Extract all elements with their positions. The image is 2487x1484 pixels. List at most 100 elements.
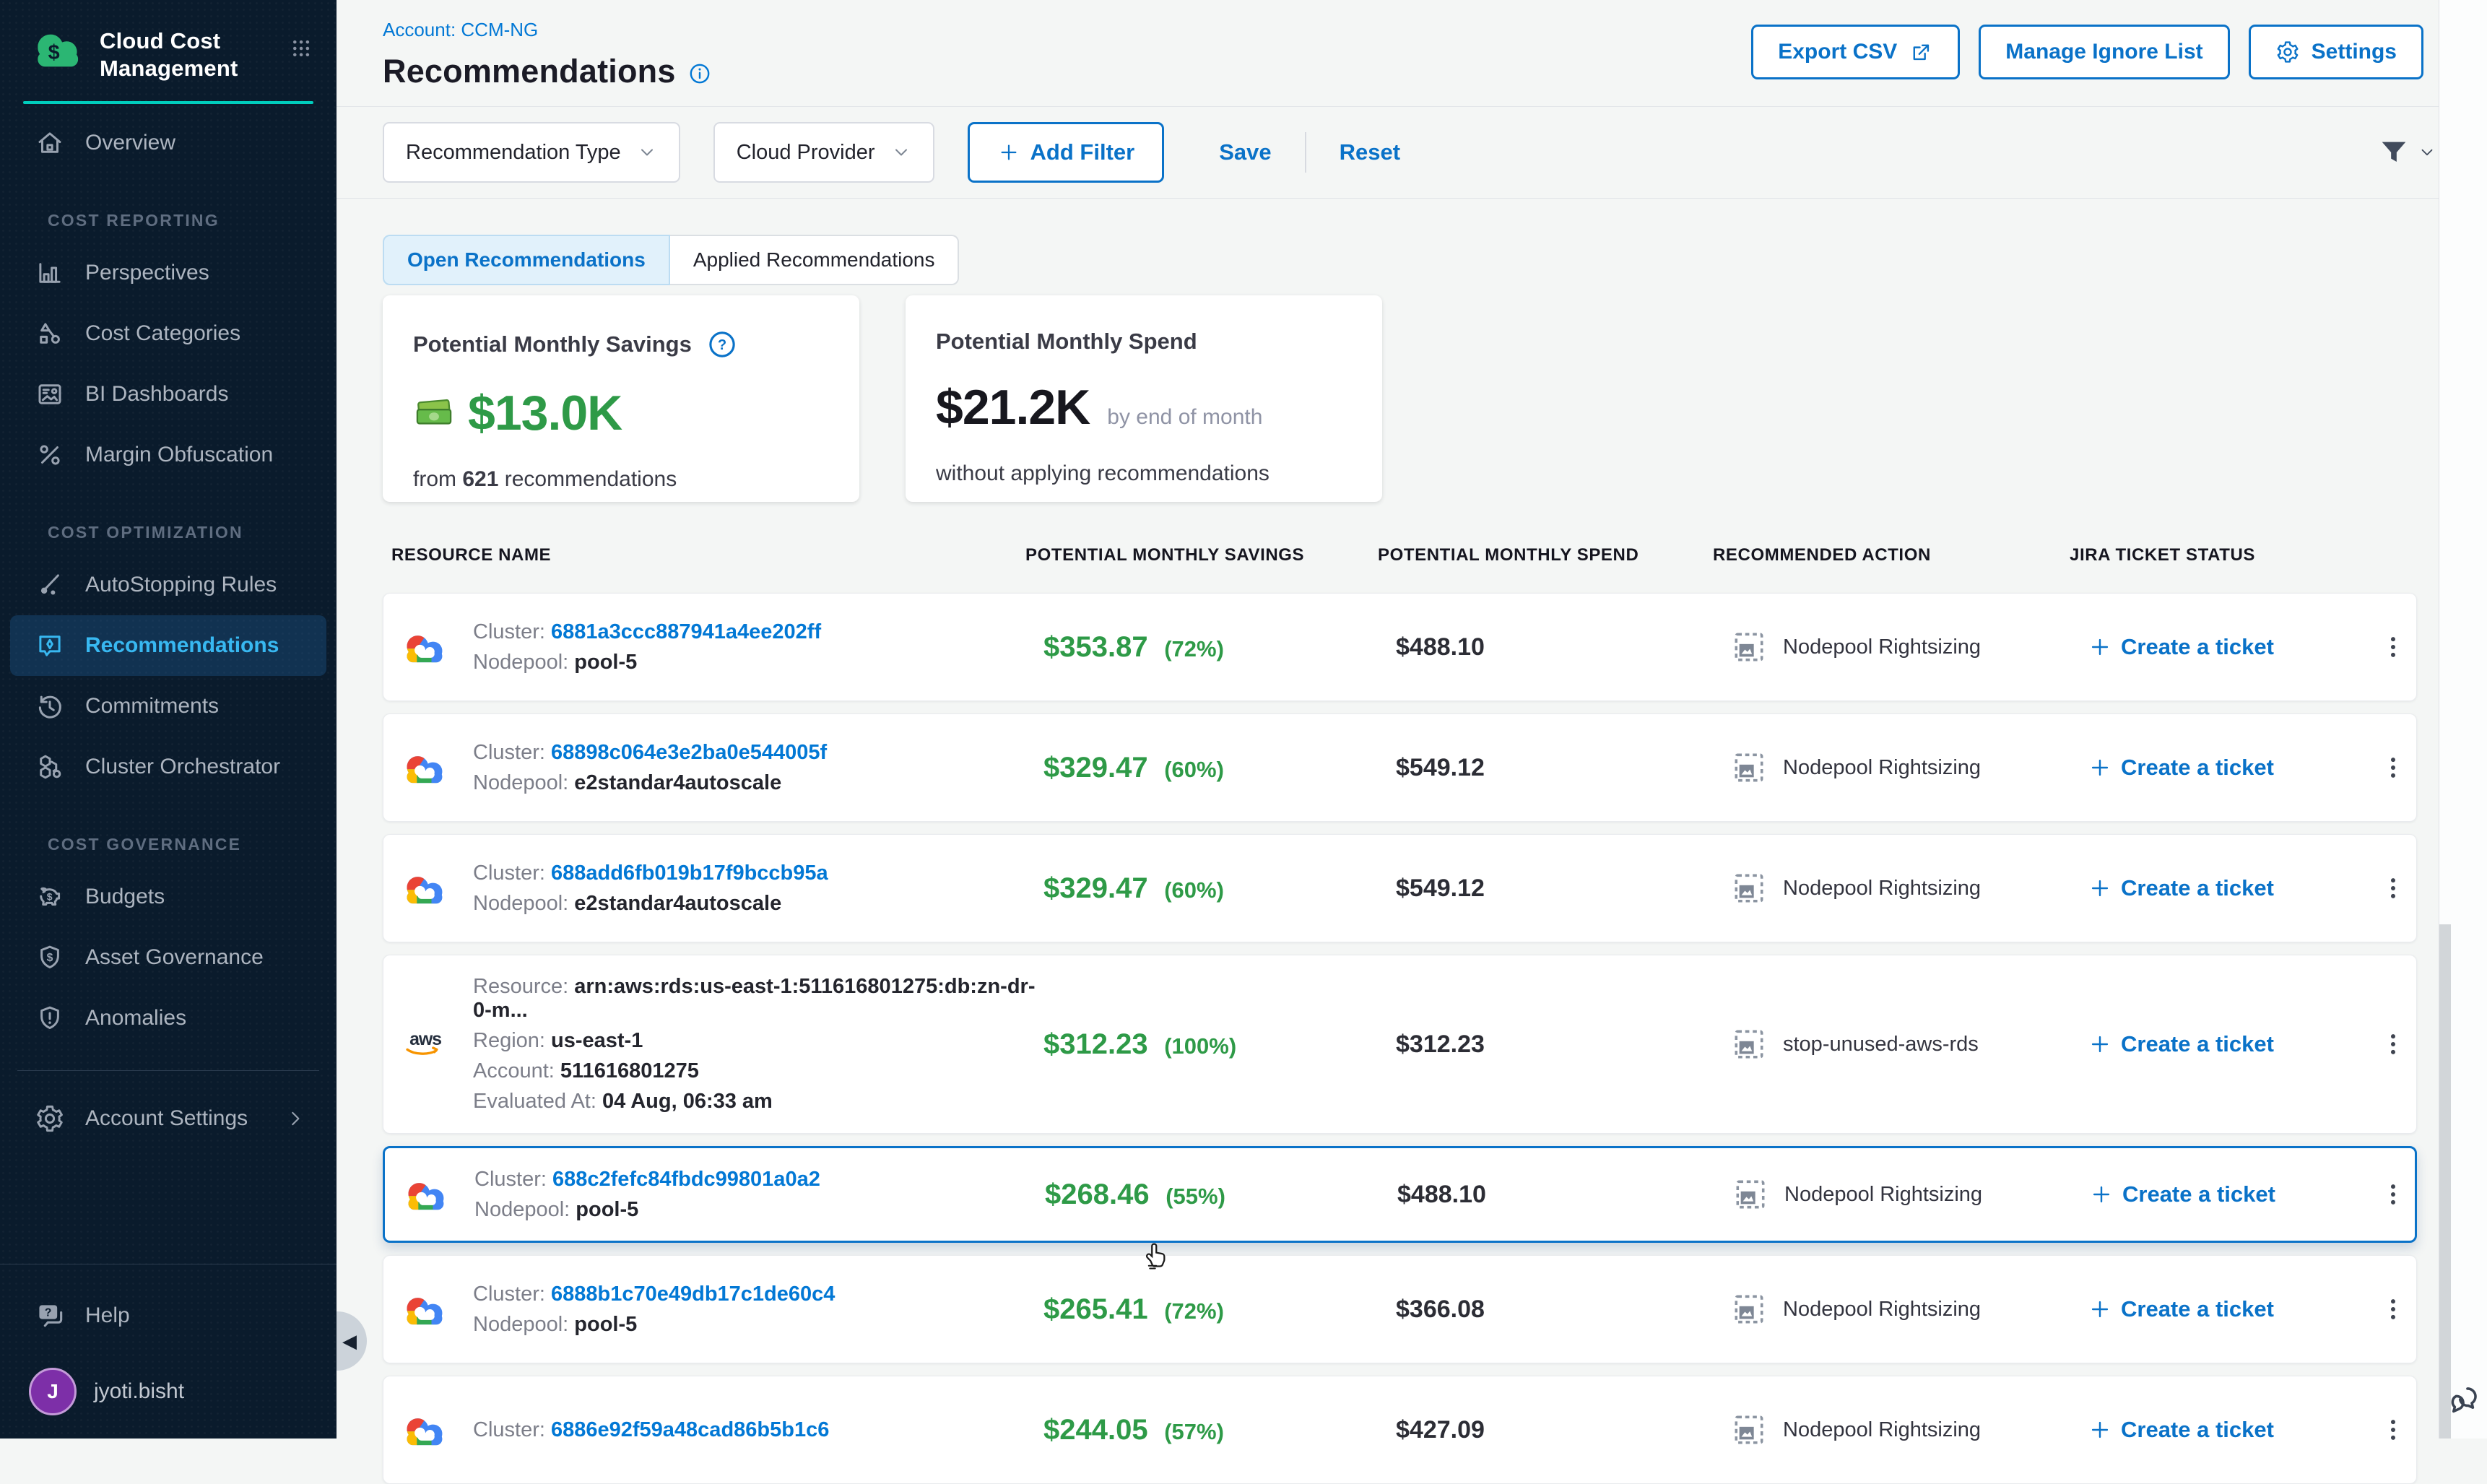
chevron-down-icon xyxy=(891,142,911,162)
avatar[interactable]: J xyxy=(29,1368,77,1415)
spend-card-subtitle: without applying recommendations xyxy=(936,461,1352,486)
row-menu-kebab-icon[interactable] xyxy=(2379,1028,2408,1061)
resource-line: Cluster: 6888b1c70e49db17c1de60c4 xyxy=(473,1283,1043,1306)
create-ticket-button[interactable]: Create a ticket xyxy=(2088,1417,2369,1443)
table-row[interactable]: aws Resource: arn:aws:rds:us-east-1:5116… xyxy=(383,955,2417,1134)
resource-link[interactable]: 6888b1c70e49db17c1de60c4 xyxy=(551,1283,835,1306)
create-ticket-button[interactable]: Create a ticket xyxy=(2088,875,2369,901)
cloud-provider-select[interactable]: Cloud Provider xyxy=(713,122,934,183)
create-ticket-button[interactable]: Create a ticket xyxy=(2089,1181,2371,1207)
resource-link[interactable]: 6881a3ccc887941a4ee202ff xyxy=(551,620,821,643)
manage-ignore-list-button[interactable]: Manage Ignore List xyxy=(1979,25,2229,79)
table-row[interactable]: Cluster: 688c2fefc84fbdc99801a0a2 Nodepo… xyxy=(383,1146,2417,1243)
nav-divider xyxy=(17,1070,319,1071)
sidebar-item-cluster-orchestrator[interactable]: Cluster Orchestrator xyxy=(10,737,326,797)
gcp-logo-icon xyxy=(401,867,450,909)
chat-support-icon[interactable] xyxy=(2444,1382,2480,1418)
create-ticket-button[interactable]: Create a ticket xyxy=(2088,1296,2369,1322)
sidebar-item-margin-obfuscation[interactable]: Margin Obfuscation xyxy=(10,425,326,485)
sidebar-item-autostopping-rules[interactable]: AutoStopping Rules xyxy=(10,555,326,615)
sidebar-item-bi-dashboards[interactable]: BI Dashboards xyxy=(10,364,326,425)
plus-icon xyxy=(2088,755,2112,780)
resource-line: Nodepool: pool-5 xyxy=(473,651,1043,674)
resource-line: Evaluated At: 04 Aug, 06:33 am xyxy=(473,1090,1043,1114)
gear-icon xyxy=(35,1103,65,1134)
sidebar-item-anomalies[interactable]: Anomalies xyxy=(10,988,326,1049)
reset-filter-button[interactable]: Reset xyxy=(1340,139,1400,165)
sidebar-item-perspectives[interactable]: Perspectives xyxy=(10,243,326,303)
sidebar-item-asset-governance[interactable]: $ Asset Governance xyxy=(10,927,326,988)
chevron-down-icon xyxy=(2418,143,2436,162)
module-grid-icon[interactable] xyxy=(290,33,312,64)
main-content: Account: CCM-NG Recommendations Export C… xyxy=(337,0,2487,1439)
resource-cell: Cluster: 68898c064e3e2ba0e544005f Nodepo… xyxy=(473,726,1043,810)
table-row[interactable]: Cluster: 6888b1c70e49db17c1de60c4 Nodepo… xyxy=(383,1255,2417,1363)
resource-cell: Cluster: 688c2fefc84fbdc99801a0a2 Nodepo… xyxy=(474,1153,1045,1236)
hexagons-icon xyxy=(35,752,65,782)
resource-link[interactable]: 688add6fb019b17f9bccb95a xyxy=(551,862,828,885)
resource-line: Nodepool: e2standar4autoscale xyxy=(473,892,1043,916)
row-menu-kebab-icon[interactable] xyxy=(2379,1178,2408,1211)
resource-link[interactable]: 688c2fefc84fbdc99801a0a2 xyxy=(552,1168,820,1191)
app-title: Cloud Cost Management xyxy=(100,27,290,82)
row-menu-kebab-icon[interactable] xyxy=(2379,1293,2408,1326)
row-menu-kebab-icon[interactable] xyxy=(2379,751,2408,784)
recommendation-type-select[interactable]: Recommendation Type xyxy=(383,122,680,183)
rightsizing-action-icon xyxy=(1731,1026,1767,1062)
page-scrollbar[interactable] xyxy=(2439,0,2487,1439)
nav-section-label: COST GOVERNANCE xyxy=(48,835,337,855)
row-menu-kebab-icon[interactable] xyxy=(2379,1413,2408,1446)
sidebar-item-overview[interactable]: Overview xyxy=(10,113,326,173)
row-menu-kebab-icon[interactable] xyxy=(2379,872,2408,905)
save-filter-button[interactable]: Save xyxy=(1219,139,1271,165)
table-row[interactable]: Cluster: 6881a3ccc887941a4ee202ff Nodepo… xyxy=(383,593,2417,701)
sidebar-item-cost-categories[interactable]: Cost Categories xyxy=(10,303,326,364)
question-circle-icon[interactable]: ? xyxy=(706,329,738,360)
tab-open-recommendations[interactable]: Open Recommendations xyxy=(383,235,670,285)
resource-cell: Cluster: 688add6fb019b17f9bccb95a Nodepo… xyxy=(473,847,1043,930)
help-label: Help xyxy=(85,1303,130,1328)
home-icon xyxy=(35,128,65,158)
savings-cell: $265.41 (72%) xyxy=(1043,1293,1396,1326)
sidebar-item-commitments[interactable]: Commitments xyxy=(10,676,326,737)
create-ticket-button[interactable]: Create a ticket xyxy=(2088,755,2369,781)
tab-applied-recommendations[interactable]: Applied Recommendations xyxy=(670,235,960,285)
action-cell: Nodepool Rightsizing xyxy=(1731,1412,2088,1448)
plus-icon xyxy=(2088,1032,2112,1056)
resource-cell: Cluster: 6888b1c70e49db17c1de60c4 Nodepo… xyxy=(473,1268,1043,1351)
filter-drawer-toggle[interactable] xyxy=(2377,136,2436,169)
resource-line: Account: 511616801275 xyxy=(473,1059,1043,1083)
page-title: Recommendations xyxy=(383,53,676,90)
user-row[interactable]: J jyoti.bisht xyxy=(29,1368,184,1415)
resource-line: Nodepool: pool-5 xyxy=(474,1198,1045,1222)
add-filter-button[interactable]: Add Filter xyxy=(968,122,1165,183)
plus-icon xyxy=(2089,1182,2114,1207)
create-ticket-button[interactable]: Create a ticket xyxy=(2088,634,2369,660)
resource-link[interactable]: 6886e92f59a48cad86b5b1c6 xyxy=(551,1418,829,1441)
resource-cell: Resource: arn:aws:rds:us-east-1:51161680… xyxy=(473,960,1043,1128)
sidebar-item-help[interactable]: ? Help xyxy=(10,1288,326,1343)
savings-cell: $329.47 (60%) xyxy=(1043,872,1396,905)
table-row[interactable]: Cluster: 68898c064e3e2ba0e544005f Nodepo… xyxy=(383,713,2417,822)
savings-cell: $244.05 (57%) xyxy=(1043,1414,1396,1446)
table-row[interactable]: Cluster: 688add6fb019b17f9bccb95a Nodepo… xyxy=(383,834,2417,942)
col-resource-name: RESOURCE NAME xyxy=(383,545,1025,565)
rightsizing-action-icon xyxy=(1731,1291,1767,1327)
resource-line: Nodepool: pool-5 xyxy=(473,1313,1043,1337)
resource-link[interactable]: 68898c064e3e2ba0e544005f xyxy=(551,741,827,764)
export-csv-button[interactable]: Export CSV xyxy=(1751,25,1960,79)
settings-button[interactable]: Settings xyxy=(2249,25,2423,79)
info-icon[interactable] xyxy=(687,61,712,86)
sidebar-item-account-settings[interactable]: Account Settings xyxy=(10,1088,326,1149)
spend-card-value: $21.2K xyxy=(936,379,1090,435)
create-ticket-button[interactable]: Create a ticket xyxy=(2088,1031,2369,1057)
filter-bar: Recommendation Type Cloud Provider Add F… xyxy=(337,106,2487,199)
scrollbar-thumb[interactable] xyxy=(2439,924,2451,1439)
rightsizing-action-icon xyxy=(1732,1176,1768,1212)
sidebar-item-recommendations[interactable]: Recommendations xyxy=(10,615,326,676)
row-menu-kebab-icon[interactable] xyxy=(2379,630,2408,664)
chevron-right-icon xyxy=(285,1108,306,1129)
sidebar-item-budgets[interactable]: $ Budgets xyxy=(10,867,326,927)
breadcrumb-account-link[interactable]: Account: CCM-NG xyxy=(383,19,538,40)
table-row[interactable]: Cluster: 6886e92f59a48cad86b5b1c6 $244.0… xyxy=(383,1376,2417,1484)
